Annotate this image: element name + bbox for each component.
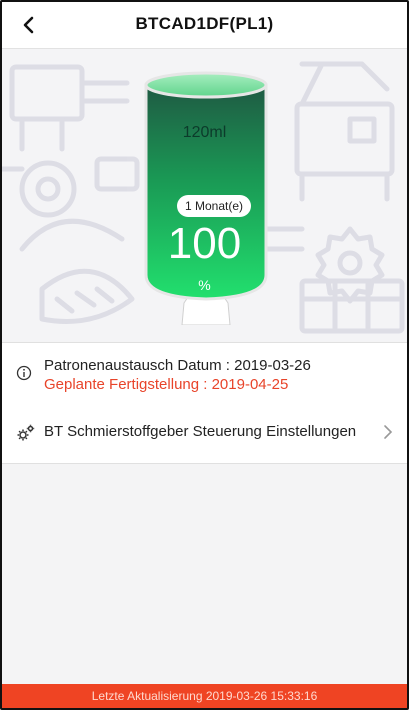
info-icon	[16, 365, 32, 381]
settings-label: BT Schmierstoffgeber Steuerung Einstellu…	[44, 423, 357, 440]
page-title: BTCAD1DF(PL1)	[135, 14, 274, 33]
cartridge-panel: 120ml 1 Monat(e) 100 %	[2, 49, 407, 341]
cartridge-info-row: Patronenaustausch Datum : 2019-03-26 Gep…	[2, 342, 407, 404]
app-frame: BTCAD1DF(PL1) 120ml 1 Monat(e) 100 % Pat…	[0, 0, 409, 710]
header-bar: BTCAD1DF(PL1)	[2, 2, 407, 49]
last-update-bar: Letzte Aktualisierung 2019-03-26 15:33:1…	[2, 684, 407, 708]
period-badge: 1 Monat(e)	[177, 195, 251, 217]
planned-completion-date: Geplante Fertigstellung : 2019-04-25	[44, 376, 289, 393]
settings-row[interactable]: BT Schmierstoffgeber Steuerung Einstellu…	[2, 403, 407, 464]
chevron-right-icon	[384, 425, 393, 439]
gear-icon	[17, 424, 35, 441]
cartridge-volume: 120ml	[182, 124, 227, 141]
percent-sign: %	[198, 277, 211, 293]
fill-percentage: 100	[167, 219, 242, 268]
replacement-date: Patronenaustausch Datum : 2019-03-26	[44, 357, 311, 374]
